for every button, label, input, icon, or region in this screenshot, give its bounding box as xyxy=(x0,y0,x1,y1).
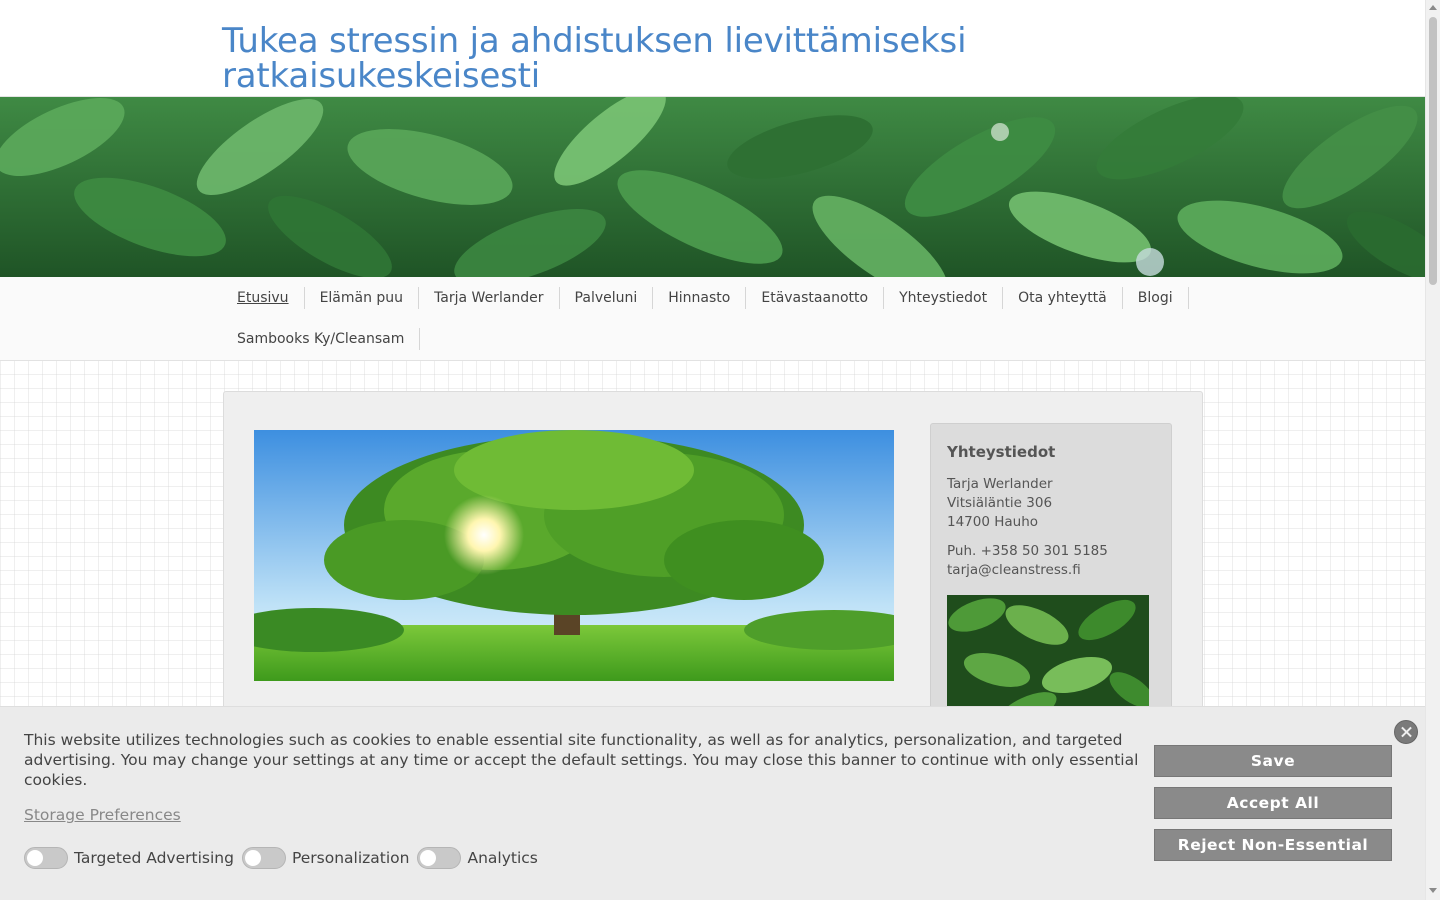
nav-item-etavastaanotto[interactable]: Etävastaanotto xyxy=(746,286,885,309)
nav-item-blogi[interactable]: Blogi xyxy=(1123,286,1189,309)
nav-item-sambooks[interactable]: Sambooks Ky/Cleansam xyxy=(222,327,421,350)
scroll-thumb[interactable] xyxy=(1429,17,1437,285)
contact-street: Vitsiäläntie 306 xyxy=(947,495,1053,511)
sidebar-title: Yhteystiedot xyxy=(947,443,1056,461)
contact-name: Tarja Werlander xyxy=(947,476,1053,492)
close-banner-icon[interactable] xyxy=(1394,720,1418,744)
accept-all-button[interactable]: Accept All xyxy=(1154,787,1392,819)
targeted-advertising-label: Targeted Advertising xyxy=(74,849,234,867)
cookie-toggles: Targeted Advertising Personalization Ana… xyxy=(24,847,546,869)
site-header: Tukea stressin ja ahdistuksen lievittämi… xyxy=(0,0,1425,97)
save-button[interactable]: Save xyxy=(1154,745,1392,777)
reject-non-essential-button[interactable]: Reject Non-Essential xyxy=(1154,829,1392,861)
nav-item-elaman-puu[interactable]: Elämän puu xyxy=(305,286,420,309)
storage-preferences-link[interactable]: Storage Preferences xyxy=(24,806,181,824)
tree-hero-image xyxy=(254,430,894,681)
nav-item-yhteystiedot[interactable]: Yhteystiedot xyxy=(884,286,1004,309)
toggle-knob xyxy=(420,850,437,866)
site-title[interactable]: Tukea stressin ja ahdistuksen lievittämi… xyxy=(222,24,982,94)
analytics-toggle[interactable] xyxy=(417,847,462,869)
toggle-knob xyxy=(244,850,261,866)
nav-item-etusivu[interactable]: Etusivu xyxy=(222,286,305,309)
nav-item-tarja-werlander[interactable]: Tarja Werlander xyxy=(419,286,560,309)
cookie-banner: This website utilizes technologies such … xyxy=(0,706,1425,900)
main-navigation: Etusivu Elämän puu Tarja Werlander Palve… xyxy=(0,277,1425,361)
nav-item-palveluni[interactable]: Palveluni xyxy=(560,286,654,309)
personalization-label: Personalization xyxy=(291,849,410,867)
personalization-toggle[interactable] xyxy=(241,847,286,869)
nav-item-ota-yhteytta[interactable]: Ota yhteyttä xyxy=(1003,286,1123,309)
contact-email[interactable]: tarja@cleanstress.fi xyxy=(947,561,1081,580)
page-scrollbar[interactable] xyxy=(1425,0,1440,900)
contact-city: 14700 Hauho xyxy=(947,514,1039,530)
scroll-up-arrow-icon[interactable] xyxy=(1429,5,1437,10)
nav-item-hinnasto[interactable]: Hinnasto xyxy=(653,286,747,309)
analytics-label: Analytics xyxy=(467,849,538,867)
nav-row-2: Sambooks Ky/Cleansam xyxy=(222,318,1202,359)
scroll-down-arrow-icon[interactable] xyxy=(1429,888,1437,893)
contact-phone: Puh. +358 50 301 5185 xyxy=(947,543,1108,559)
toggle-knob xyxy=(27,850,43,866)
targeted-advertising-toggle[interactable] xyxy=(24,847,68,869)
header-banner-image xyxy=(0,97,1425,277)
nav-row-1: Etusivu Elämän puu Tarja Werlander Palve… xyxy=(222,277,1202,318)
cookie-message: This website utilizes technologies such … xyxy=(24,731,1139,789)
